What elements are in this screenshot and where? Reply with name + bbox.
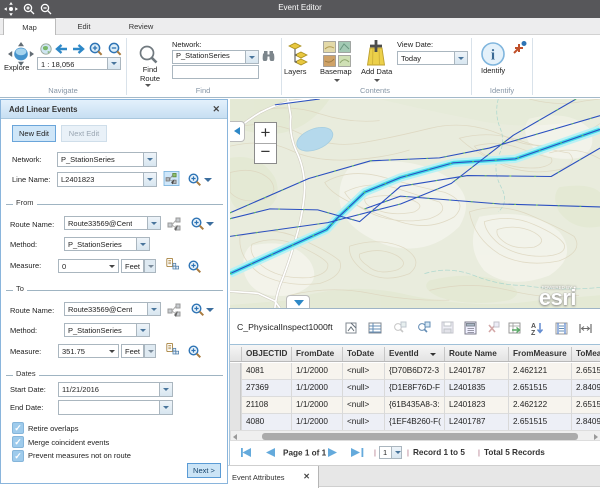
svg-text:Page 1 of 1: Page 1 of 1: [283, 449, 327, 458]
svg-text:A: A: [531, 323, 536, 330]
svg-text:i: i: [491, 48, 495, 64]
svg-text:Z: Z: [531, 330, 536, 336]
